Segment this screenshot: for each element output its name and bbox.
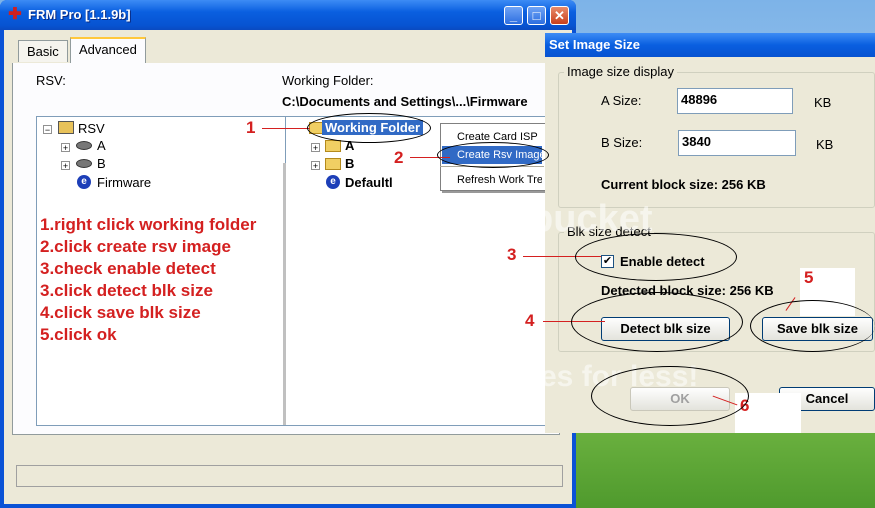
maximize-button[interactable]: □ — [527, 6, 546, 25]
callout-number: 2 — [394, 148, 404, 167]
callout-circle — [750, 300, 875, 352]
callout-circle — [437, 142, 549, 168]
rsv-label: RSV: — [36, 73, 66, 88]
dialog-title-bar[interactable]: Set Image Size — [545, 33, 875, 57]
callout-circle — [591, 366, 749, 426]
drive-icon — [58, 121, 74, 134]
tree-expander[interactable]: + — [311, 143, 320, 153]
folder-icon — [325, 158, 341, 170]
callout-circle — [571, 292, 743, 352]
instruction-line: 2.click create rsv image — [40, 237, 231, 256]
disk-icon — [76, 159, 92, 168]
disk-icon — [76, 141, 92, 150]
image-size-group-title: Image size display — [564, 64, 677, 79]
tab-advanced[interactable]: Advanced — [70, 37, 146, 63]
app-icon: ✚ — [8, 6, 22, 23]
instruction-line: 5.click ok — [40, 325, 117, 344]
working-folder-path: C:\Documents and Settings\...\Firmware — [282, 94, 528, 109]
minimize-button[interactable]: _ — [504, 6, 523, 25]
callout-circle — [307, 113, 431, 143]
instruction-line: 4.click save blk size — [40, 303, 201, 322]
tab-basic[interactable]: Basic — [18, 40, 68, 62]
firmware-icon: e — [77, 175, 91, 189]
tree-item-b[interactable]: B — [345, 156, 354, 171]
tree-item-rsv[interactable]: RSV — [78, 121, 105, 136]
callout-number: 4 — [525, 311, 535, 330]
callout-number: 1 — [246, 118, 256, 137]
current-block-size: Current block size: 256 KB — [601, 177, 766, 192]
b-size-label: B Size: — [601, 135, 643, 150]
a-size-field[interactable]: 48896 — [677, 88, 793, 114]
close-button[interactable]: ✕ — [550, 6, 569, 25]
window-title: FRM Pro [1.1.9b] — [28, 7, 131, 22]
tree-item-b[interactable]: B — [97, 156, 106, 171]
callout-number: 3 — [507, 245, 517, 264]
menu-item-refresh-work-tree[interactable]: Refresh Work Tree — [442, 171, 542, 189]
status-bar — [16, 465, 563, 487]
firmware-icon: e — [326, 175, 340, 189]
b-size-field[interactable]: 3840 — [678, 130, 796, 156]
dialog-title: Set Image Size — [549, 37, 641, 52]
instruction-line: 3.click detect blk size — [40, 281, 213, 300]
tree-expander[interactable]: + — [61, 161, 70, 171]
instruction-line: 3.check enable detect — [40, 259, 216, 278]
b-size-unit: KB — [816, 137, 834, 152]
tree-item-defaultl[interactable]: Defaultl — [345, 175, 393, 190]
instruction-line: 1.right click working folder — [40, 215, 257, 234]
tree-item-a[interactable]: A — [97, 138, 106, 153]
a-size-unit: KB — [814, 95, 832, 110]
working-folder-label: Working Folder: — [282, 73, 374, 88]
tree-item-firmware[interactable]: Firmware — [97, 175, 151, 190]
callout-arrow — [262, 128, 310, 129]
callout-number: 5 — [804, 268, 814, 287]
folder-icon — [325, 140, 341, 152]
callout-circle — [575, 233, 737, 281]
tree-expander[interactable]: − — [43, 125, 52, 135]
a-size-label: A Size: — [601, 93, 642, 108]
tree-expander[interactable]: + — [311, 161, 320, 171]
tree-expander[interactable]: + — [61, 143, 70, 153]
